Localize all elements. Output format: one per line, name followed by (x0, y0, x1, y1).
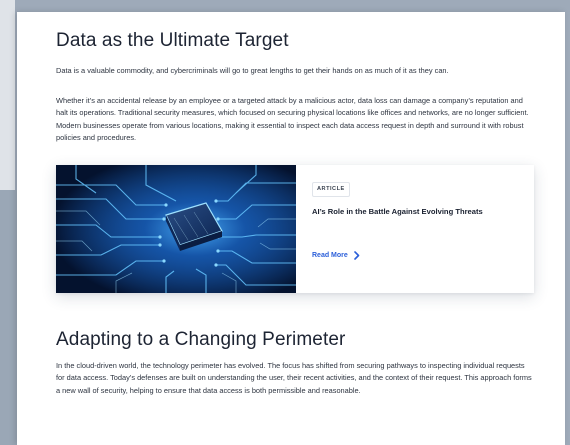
background-frame-top (0, 0, 570, 12)
card-title[interactable]: AI’s Role in the Battle Against Evolving… (312, 206, 522, 217)
circuit-board-image (56, 165, 296, 293)
body-paragraph-2: In the cloud-driven world, the technolog… (56, 361, 532, 395)
section-heading: Data as the Ultimate Target (56, 30, 289, 51)
article-badge: ARTICLE (312, 182, 350, 197)
related-article-card[interactable]: ARTICLE AI’s Role in the Battle Against … (56, 165, 534, 293)
card-body: ARTICLE AI’s Role in the Battle Against … (312, 165, 522, 293)
article-page: Data as the Ultimate Target Data is a va… (17, 12, 565, 445)
section-heading-2: Adapting to a Changing Perimeter (56, 329, 346, 350)
read-more-link[interactable]: Read More (312, 251, 360, 260)
intro-paragraph: Data is a valuable commodity, and cyberc… (56, 66, 449, 75)
chevron-right-icon (353, 251, 360, 260)
read-more-label: Read More (312, 252, 348, 259)
body-paragraph: Whether it’s an accidental release by an… (56, 96, 529, 143)
background-panel-left (0, 0, 15, 190)
